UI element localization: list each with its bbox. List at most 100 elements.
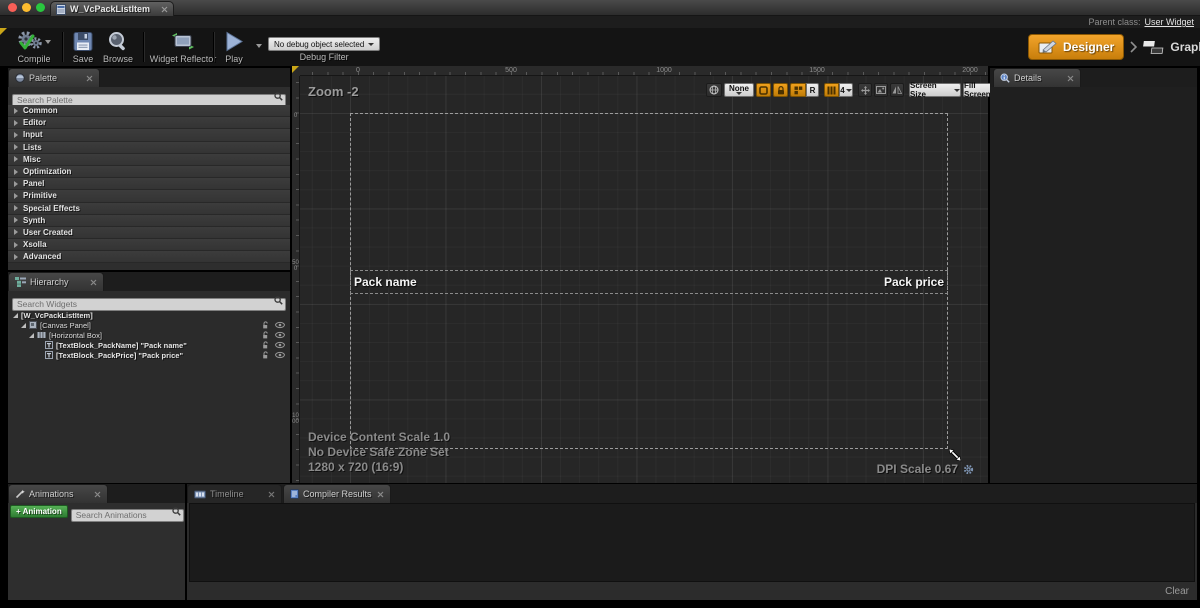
bottom-dock: Timeline Compiler Results Clear — [187, 484, 1197, 600]
palette-category-advanced[interactable]: Advanced — [8, 251, 290, 263]
tree-item-root[interactable]: [W_VcPackListItem] — [8, 310, 290, 320]
transform-mode-button[interactable] — [858, 83, 872, 97]
designer-label: Designer — [1063, 40, 1114, 54]
palette-search[interactable] — [12, 90, 286, 103]
palette-category-common[interactable]: Common — [8, 105, 290, 117]
lock-icon[interactable] — [262, 331, 270, 339]
minimize-window-button[interactable] — [22, 3, 31, 12]
compiler-results-log — [189, 503, 1195, 582]
close-timeline-icon[interactable] — [268, 491, 275, 498]
compile-button[interactable]: Compile — [8, 30, 60, 64]
hierarchy-search-input[interactable] — [12, 298, 286, 311]
rotation-r-button[interactable]: R — [806, 83, 819, 97]
palette-category-input[interactable]: Input — [8, 129, 290, 141]
add-animation-button[interactable]: + Animation — [10, 505, 68, 518]
graph-mode-button[interactable]: Graph — [1143, 40, 1200, 55]
widget-reflector-button[interactable]: Widget Reflector — [148, 30, 218, 64]
palette-category-editor[interactable]: Editor — [8, 117, 290, 129]
visibility-eye-icon[interactable] — [275, 321, 285, 329]
tab-details[interactable]: Details — [993, 68, 1081, 87]
lock-icon[interactable] — [262, 321, 270, 329]
localization-preview-button[interactable] — [706, 83, 722, 97]
tab-timeline[interactable]: Timeline — [187, 484, 282, 503]
safe-zone-label: No Device Safe Zone Set — [308, 445, 449, 459]
browse-button[interactable]: Browse — [100, 30, 136, 64]
save-floppy-icon — [72, 30, 94, 53]
tab-animations[interactable]: Animations — [8, 484, 108, 503]
animations-wand-icon — [15, 489, 25, 499]
outline-toggle-button[interactable] — [756, 83, 771, 97]
expanded-icon[interactable] — [13, 313, 18, 318]
dpi-settings-gear-icon[interactable] — [963, 464, 974, 475]
compile-gears-icon — [17, 30, 42, 53]
expanded-icon[interactable] — [21, 323, 26, 328]
palette-category-optimization[interactable]: Optimization — [8, 166, 290, 178]
tree-item-textblock-packprice[interactable]: [TextBlock_PackPrice] "Pack price" — [8, 350, 290, 360]
palette-category-primitive[interactable]: Primitive — [8, 190, 290, 202]
snap-size-dropdown[interactable]: 4 — [839, 83, 853, 97]
screen-size-dropdown[interactable]: Screen Size — [909, 83, 961, 97]
tab-compiler-results[interactable]: Compiler Results — [283, 484, 391, 503]
compile-options-caret[interactable] — [45, 40, 51, 44]
preview-background-button[interactable] — [874, 83, 888, 97]
visibility-eye-icon[interactable] — [275, 331, 285, 339]
designer-mode-button[interactable]: Designer — [1028, 34, 1124, 60]
save-button[interactable]: Save — [68, 30, 98, 64]
lock-icon[interactable] — [262, 351, 270, 359]
tab-hierarchy[interactable]: Hierarchy — [8, 272, 104, 291]
lock-icon[interactable] — [262, 341, 270, 349]
close-hierarchy-icon[interactable] — [90, 279, 97, 286]
save-label: Save — [73, 54, 94, 64]
palette-category-user-created[interactable]: User Created — [8, 227, 290, 239]
graph-icon — [1143, 40, 1165, 55]
debug-dropdown-caret — [368, 43, 374, 46]
palette-category-lists[interactable]: Lists — [8, 142, 290, 154]
details-tab-label: Details — [1014, 73, 1042, 83]
animations-search[interactable] — [71, 505, 184, 518]
parent-class-link[interactable]: User Widget — [1144, 17, 1194, 27]
resize-handle-icon[interactable] — [948, 448, 962, 462]
close-details-icon[interactable] — [1067, 75, 1074, 82]
close-compiler-results-icon[interactable] — [377, 491, 384, 498]
lock-icon — [777, 86, 785, 95]
grid-snap-toggle-button[interactable] — [790, 83, 806, 97]
close-palette-icon[interactable] — [86, 75, 93, 82]
clear-log-button[interactable]: Clear — [1165, 586, 1189, 597]
palette-category-synth[interactable]: Synth — [8, 215, 290, 227]
asset-tab[interactable]: W_VcPackListItem — [50, 1, 174, 16]
canvas-panel-icon — [29, 321, 37, 329]
pack-price-textblock[interactable]: Pack price — [350, 275, 944, 289]
flip-preview-button[interactable] — [890, 83, 904, 97]
zoom-level-label: Zoom -2 — [308, 84, 359, 99]
tab-palette[interactable]: Palette — [8, 68, 100, 87]
close-animations-icon[interactable] — [94, 491, 101, 498]
visibility-eye-icon[interactable] — [275, 341, 285, 349]
localization-culture-dropdown[interactable]: None — [724, 83, 754, 97]
palette-category-list: Common Editor Input Lists Misc Optimizat… — [8, 105, 290, 263]
visibility-eye-icon[interactable] — [275, 351, 285, 359]
respect-locks-toggle-button[interactable] — [773, 83, 788, 97]
animations-search-input[interactable] — [71, 509, 184, 522]
text-block-icon — [45, 351, 53, 359]
tree-item-canvas-panel[interactable]: [Canvas Panel] — [8, 320, 290, 330]
palette-category-misc[interactable]: Misc — [8, 154, 290, 166]
palette-category-panel[interactable]: Panel — [8, 178, 290, 190]
play-button[interactable]: Play — [220, 30, 248, 64]
tree-item-horizontal-box[interactable]: [Horizontal Box] — [8, 330, 290, 340]
close-tab-icon[interactable] — [161, 6, 168, 13]
expander-icon — [14, 254, 18, 260]
widget-blueprint-editor-window: W_VcPackListItem Parent class: User Widg… — [0, 0, 1200, 608]
asset-doc-icon — [56, 4, 66, 15]
hierarchy-search[interactable] — [12, 294, 286, 307]
expanded-icon[interactable] — [29, 333, 34, 338]
layout-grid-toggle-button[interactable] — [824, 83, 839, 97]
designer-canvas[interactable]: Zoom -2 None — [300, 76, 988, 483]
tree-item-textblock-packname[interactable]: [TextBlock_PackName] "Pack name" — [8, 340, 290, 350]
close-window-button[interactable] — [8, 3, 17, 12]
animations-panel: Animations + Animation — [8, 484, 185, 600]
maximize-window-button[interactable] — [36, 3, 45, 12]
debug-object-dropdown[interactable]: No debug object selected — [268, 37, 380, 51]
palette-category-special-effects[interactable]: Special Effects — [8, 203, 290, 215]
palette-category-xsolla[interactable]: Xsolla — [8, 239, 290, 251]
play-options-caret[interactable] — [256, 44, 262, 48]
